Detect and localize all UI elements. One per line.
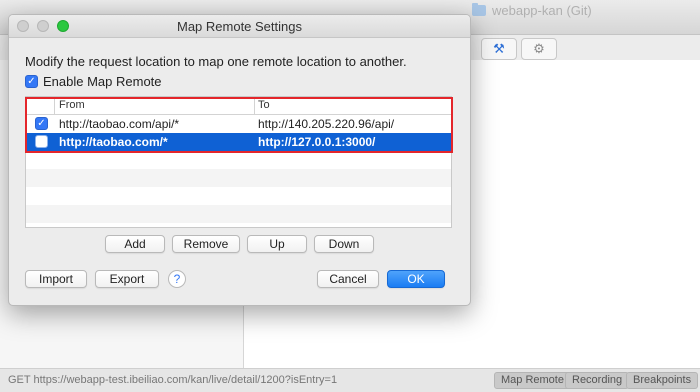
dialog-title: Map Remote Settings	[176, 19, 302, 34]
up-button[interactable]: Up	[247, 235, 307, 253]
enable-map-remote-checkbox[interactable]: ✓	[25, 75, 38, 88]
row-to-cell: http://140.205.220.96/api/	[258, 117, 395, 131]
folder-icon	[472, 3, 486, 16]
recording-status-button[interactable]: Recording	[565, 372, 630, 389]
from-column-header[interactable]: From	[59, 99, 85, 111]
gear-icon: ⚙	[533, 41, 545, 56]
row-enabled-checkbox[interactable]	[35, 135, 48, 148]
map-remote-settings-dialog: Map Remote Settings Modify the request l…	[8, 14, 471, 306]
import-button[interactable]: Import	[25, 270, 87, 288]
tools-icon: ⚒	[493, 41, 505, 56]
to-column-header[interactable]: To	[258, 99, 270, 111]
row-from-cell: http://taobao.com/api/*	[59, 117, 180, 131]
settings-button[interactable]: ⚙	[521, 38, 557, 60]
enable-map-remote-row[interactable]: ✓ Enable Map Remote	[25, 74, 162, 89]
breakpoints-status-button[interactable]: Breakpoints	[626, 372, 699, 389]
row-from-cell: http://taobao.com/*	[59, 135, 168, 149]
tools-button[interactable]: ⚒	[481, 38, 517, 60]
ok-button[interactable]: OK	[387, 270, 445, 288]
empty-table-row	[26, 187, 451, 205]
down-button[interactable]: Down	[314, 235, 374, 253]
mappings-table: From To ✓ http://taobao.com/api/* http:/…	[25, 96, 452, 228]
remove-button[interactable]: Remove	[172, 235, 240, 253]
dialog-description: Modify the request location to map one r…	[25, 54, 407, 69]
table-row-selected[interactable]: http://taobao.com/* http://127.0.0.1:300…	[26, 133, 451, 151]
help-button[interactable]: ?	[168, 270, 186, 288]
status-text: GET https://webapp-test.ibeiliao.com/kan…	[8, 374, 338, 386]
add-button[interactable]: Add	[105, 235, 165, 253]
table-header: From To	[26, 97, 451, 115]
export-button[interactable]: Export	[95, 270, 159, 288]
empty-table-row	[26, 169, 451, 187]
cancel-button[interactable]: Cancel	[317, 270, 379, 288]
row-enabled-checkbox[interactable]: ✓	[35, 117, 48, 130]
empty-table-row	[26, 205, 451, 223]
background-window-title: webapp-kan (Git)	[472, 3, 592, 18]
dialog-titlebar: Map Remote Settings	[9, 15, 470, 38]
column-divider	[254, 97, 255, 114]
background-title-text: webapp-kan (Git)	[492, 3, 592, 18]
enable-map-remote-label: Enable Map Remote	[43, 74, 162, 89]
empty-table-row	[26, 151, 451, 169]
column-divider	[54, 97, 55, 114]
map-remote-status-button[interactable]: Map Remote	[494, 372, 571, 389]
status-bar: GET https://webapp-test.ibeiliao.com/kan…	[0, 368, 700, 392]
row-to-cell: http://127.0.0.1:3000/	[258, 135, 376, 149]
table-row[interactable]: ✓ http://taobao.com/api/* http://140.205…	[26, 115, 451, 133]
